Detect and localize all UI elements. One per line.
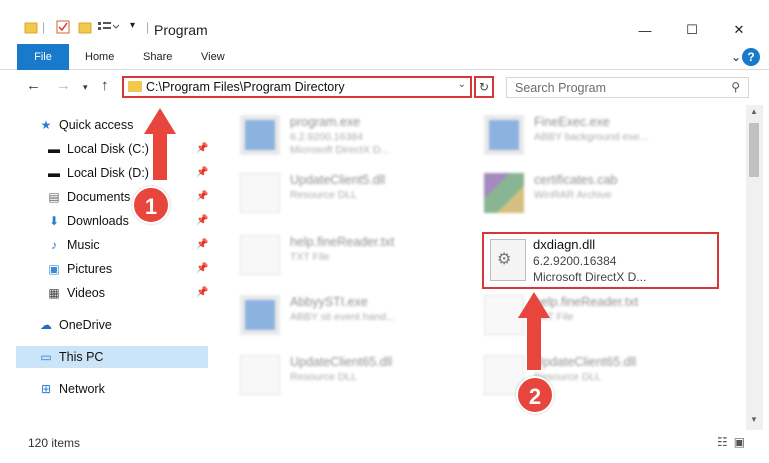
annotation-arrow-1 xyxy=(144,108,176,180)
step-1-badge: 1 xyxy=(132,186,170,224)
annotation-arrow-2 xyxy=(518,292,550,370)
step-2-badge: 2 xyxy=(516,376,554,414)
annotation-overlay xyxy=(144,108,550,370)
